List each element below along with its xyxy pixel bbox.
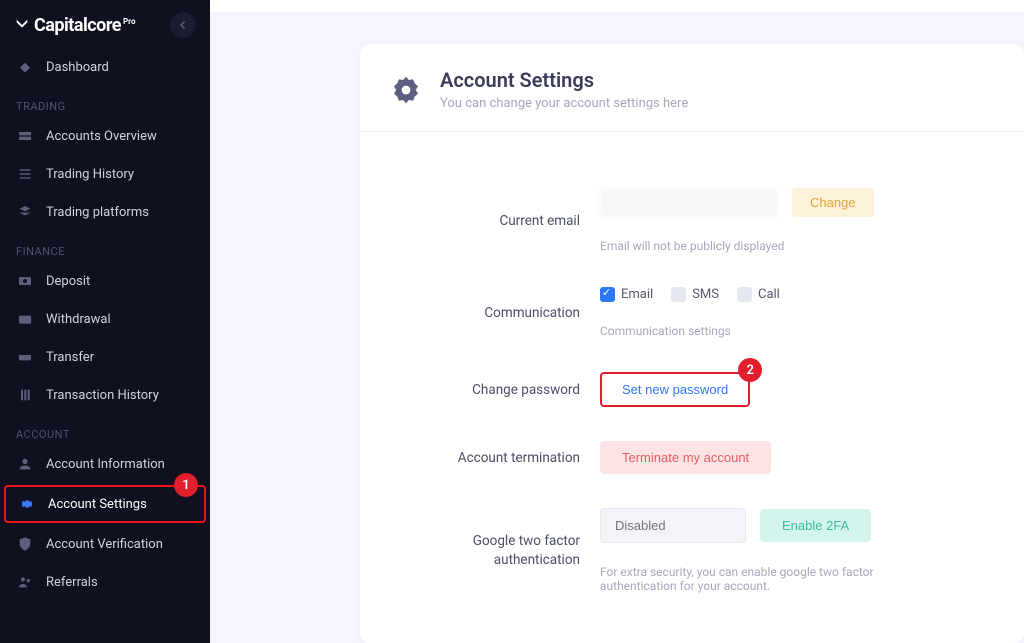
user-icon: [16, 455, 34, 473]
sidebar-section-finance: FINANCE: [0, 231, 210, 262]
gear-icon: [18, 495, 36, 513]
set-password-wrapper: 2 Set new password: [600, 372, 750, 407]
sidebar: Capitalcore Pro ◆ Dashboard TRADING Acco…: [0, 0, 210, 643]
sidebar-item-label: Dashboard: [46, 60, 109, 75]
transaction-history-icon: [16, 386, 34, 404]
label-change-password: Change password: [400, 382, 600, 398]
sidebar-item-label: Trading platforms: [46, 205, 149, 220]
terminate-account-button[interactable]: Terminate my account: [600, 441, 771, 474]
page-subtitle: You can change your account settings her…: [440, 96, 688, 111]
topbar: [210, 0, 1024, 12]
set-new-password-button[interactable]: Set new password: [600, 372, 750, 407]
main-content: Account Settings You can change your acc…: [210, 0, 1024, 643]
twofa-status-input[interactable]: [600, 508, 746, 543]
sidebar-section-account: ACCOUNT: [0, 414, 210, 445]
logo-icon: [14, 17, 30, 33]
sidebar-section-trading: TRADING: [0, 86, 210, 117]
checkbox-email[interactable]: Email: [600, 287, 653, 302]
logo[interactable]: Capitalcore Pro: [14, 15, 135, 36]
row-two-factor: Google two factor authentication Enable …: [400, 508, 984, 593]
email-hint: Email will not be publicly displayed: [600, 239, 984, 253]
sidebar-item-transfer[interactable]: Transfer: [0, 338, 210, 376]
row-communication: Communication Email SMS: [400, 287, 984, 338]
logo-text: Capitalcore: [34, 15, 121, 36]
sidebar-collapse-button[interactable]: [170, 12, 196, 38]
twofa-hint: For extra security, you can enable googl…: [600, 565, 940, 593]
checkbox-label: SMS: [692, 287, 719, 302]
change-email-button[interactable]: Change: [792, 188, 874, 217]
checkbox-icon: [600, 287, 615, 302]
label-account-termination: Account termination: [400, 450, 600, 466]
checkbox-icon: [671, 287, 686, 302]
sidebar-item-label: Transaction History: [46, 388, 159, 403]
sidebar-item-label: Accounts Overview: [46, 129, 157, 144]
withdrawal-icon: [16, 310, 34, 328]
sidebar-item-label: Account Information: [46, 457, 165, 472]
sidebar-item-withdrawal[interactable]: Withdrawal: [0, 300, 210, 338]
shield-check-icon: [16, 535, 34, 553]
dashboard-icon: ◆: [16, 58, 34, 76]
checkbox-call[interactable]: Call: [737, 287, 780, 302]
checkbox-label: Call: [758, 287, 780, 302]
row-change-password: Change password 2 Set new password: [400, 372, 984, 407]
settings-card: Account Settings You can change your acc…: [360, 44, 1024, 643]
communication-hint: Communication settings: [600, 324, 984, 338]
sidebar-item-dashboard[interactable]: ◆ Dashboard: [0, 48, 210, 86]
email-value-redacted: [600, 189, 778, 217]
sidebar-item-label: Withdrawal: [46, 312, 111, 327]
sidebar-item-trading-platforms[interactable]: Trading platforms: [0, 193, 210, 231]
row-current-email: Current email Change Email will not be p…: [400, 188, 984, 253]
gear-icon: [390, 74, 422, 106]
sidebar-item-referrals[interactable]: Referrals: [0, 563, 210, 601]
callout-marker-1: 1: [174, 473, 198, 497]
sidebar-item-account-settings[interactable]: 1 Account Settings: [4, 485, 206, 523]
sidebar-item-deposit[interactable]: Deposit: [0, 262, 210, 300]
sidebar-item-account-verification[interactable]: Account Verification: [0, 525, 210, 563]
row-account-termination: Account termination Terminate my account: [400, 441, 984, 474]
card-header: Account Settings You can change your acc…: [360, 44, 1024, 132]
label-communication: Communication: [400, 305, 600, 321]
sidebar-item-label: Trading History: [46, 167, 134, 182]
history-icon: [16, 165, 34, 183]
accounts-icon: [16, 127, 34, 145]
sidebar-item-trading-history[interactable]: Trading History: [0, 155, 210, 193]
sidebar-item-label: Account Settings: [48, 497, 147, 512]
label-current-email: Current email: [400, 213, 600, 229]
checkbox-icon: [737, 287, 752, 302]
label-two-factor: Google two factor authentication: [400, 532, 600, 568]
enable-2fa-button[interactable]: Enable 2FA: [760, 509, 871, 542]
sidebar-item-label: Deposit: [46, 274, 90, 289]
sidebar-header: Capitalcore Pro: [0, 0, 210, 48]
sidebar-item-label: Referrals: [46, 575, 98, 590]
logo-pro-badge: Pro: [123, 17, 135, 26]
sidebar-item-label: Transfer: [46, 350, 94, 365]
sidebar-item-accounts-overview[interactable]: Accounts Overview: [0, 117, 210, 155]
platforms-icon: [16, 203, 34, 221]
deposit-icon: [16, 272, 34, 290]
page-title: Account Settings: [440, 68, 688, 92]
sidebar-item-label: Account Verification: [46, 537, 163, 552]
checkbox-label: Email: [621, 287, 653, 302]
transfer-icon: [16, 348, 34, 366]
users-icon: [16, 573, 34, 591]
callout-marker-2: 2: [738, 358, 762, 382]
checkbox-sms[interactable]: SMS: [671, 287, 719, 302]
sidebar-item-transaction-history[interactable]: Transaction History: [0, 376, 210, 414]
